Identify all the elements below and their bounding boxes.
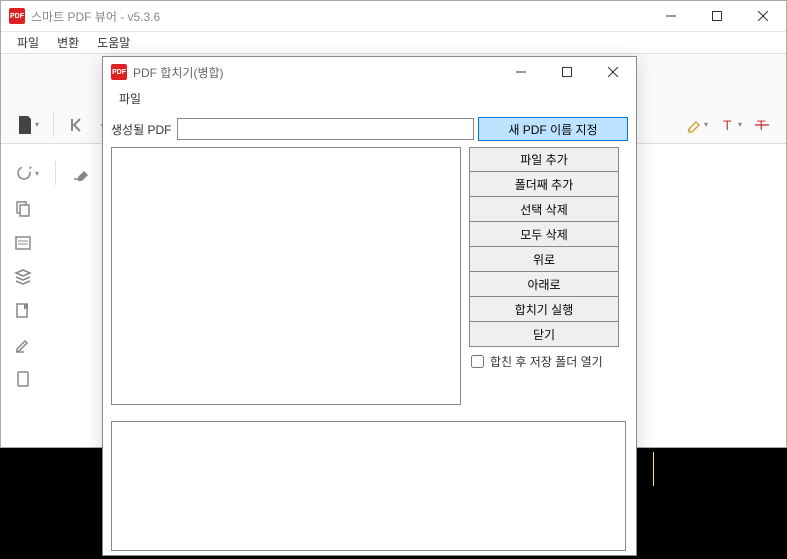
rotate-icon[interactable]: ▾ [11, 159, 43, 187]
window-controls [648, 1, 786, 32]
dialog-maximize-button[interactable] [544, 57, 590, 87]
dialog-menubar: 파일 [103, 87, 636, 109]
main-title: 스마트 PDF 뷰어 - v5.3.6 [31, 8, 648, 25]
open-folder-label: 합친 후 저장 폴더 열기 [490, 353, 603, 370]
dialog-close-button[interactable] [590, 57, 636, 87]
edit-icon[interactable] [11, 333, 35, 357]
log-textarea[interactable] [111, 421, 626, 551]
left-sidebar [11, 197, 35, 391]
open-folder-checkbox[interactable] [471, 355, 484, 368]
close-button[interactable]: 닫기 [469, 322, 619, 347]
remove-selected-button[interactable]: 선택 삭제 [469, 197, 619, 222]
maximize-button[interactable] [694, 1, 740, 32]
new-pdf-name-button[interactable]: 새 PDF 이름 지정 [478, 117, 628, 141]
eraser-icon[interactable] [68, 159, 94, 187]
list-and-buttons-row: 파일 추가 폴더째 추가 선택 삭제 모두 삭제 위로 아래로 합치기 실행 닫… [111, 147, 628, 405]
list-icon[interactable] [11, 231, 35, 255]
close-button[interactable] [740, 1, 786, 32]
menu-file[interactable]: 파일 [9, 32, 47, 53]
minimize-button[interactable] [648, 1, 694, 32]
main-titlebar: PDF 스마트 PDF 뷰어 - v5.3.6 [1, 1, 786, 32]
copy-icon[interactable] [11, 197, 35, 221]
dialog-minimize-button[interactable] [498, 57, 544, 87]
move-down-button[interactable]: 아래로 [469, 272, 619, 297]
remove-all-button[interactable]: 모두 삭제 [469, 222, 619, 247]
app-icon: PDF [9, 8, 25, 24]
page-icon[interactable] [11, 367, 35, 391]
first-page-icon[interactable] [64, 111, 88, 139]
menu-help[interactable]: 도움말 [89, 32, 138, 53]
output-pdf-input[interactable] [177, 118, 474, 140]
bookmark-icon[interactable] [11, 299, 35, 323]
move-up-button[interactable]: 위로 [469, 247, 619, 272]
open-folder-row: 합친 후 저장 폴더 열기 [469, 353, 619, 370]
yellow-marker [653, 452, 654, 486]
action-button-column: 파일 추가 폴더째 추가 선택 삭제 모두 삭제 위로 아래로 합치기 실행 닫… [469, 147, 619, 405]
text-icon[interactable]: T▾ [716, 111, 746, 139]
layers-icon[interactable] [11, 265, 35, 289]
add-folder-button[interactable]: 폴더째 추가 [469, 172, 619, 197]
dialog-body: 생성될 PDF 새 PDF 이름 지정 파일 추가 폴더째 추가 선택 삭제 모… [103, 109, 636, 559]
merge-button[interactable]: 합치기 실행 [469, 297, 619, 322]
toolbar-row2: ▾ [11, 159, 94, 187]
dialog-title: PDF 합치기(병합) [133, 64, 498, 81]
add-file-button[interactable]: 파일 추가 [469, 147, 619, 172]
strikethrough-icon[interactable]: T [750, 111, 774, 139]
main-menubar: 파일 변환 도움말 [1, 32, 786, 54]
svg-text:T: T [723, 117, 732, 133]
output-row: 생성될 PDF 새 PDF 이름 지정 [111, 117, 628, 141]
toolbar-right: ▾ T▾ T [682, 111, 774, 139]
highlight-icon[interactable]: ▾ [682, 111, 712, 139]
new-doc-icon[interactable]: ▾ [13, 111, 43, 139]
menu-convert[interactable]: 변환 [49, 32, 87, 53]
output-label: 생성될 PDF [111, 121, 173, 138]
dialog-icon: PDF [111, 64, 127, 80]
merge-dialog: PDF PDF 합치기(병합) 파일 생성될 PDF 새 PDF 이름 지정 파… [102, 56, 637, 556]
separator [53, 113, 54, 137]
file-listbox[interactable] [111, 147, 461, 405]
dialog-titlebar: PDF PDF 합치기(병합) [103, 57, 636, 87]
separator [55, 161, 56, 185]
dialog-menu-file[interactable]: 파일 [111, 88, 149, 109]
